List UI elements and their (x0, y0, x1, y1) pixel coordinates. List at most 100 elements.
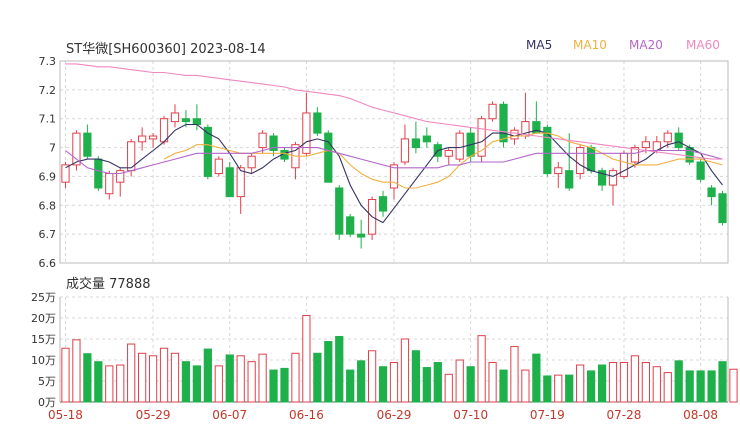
candle-body (707, 187, 716, 198)
candle-body (247, 155, 256, 169)
candle-body (258, 132, 267, 149)
candle-body (641, 141, 650, 149)
price-y-tick: 6.9 (39, 170, 57, 183)
volume-bar (499, 369, 508, 403)
volume-bar (83, 353, 92, 403)
volume-y-tick: 25万 (31, 291, 56, 304)
volume-bar (674, 360, 683, 403)
volume-bar (203, 348, 212, 403)
x-tick-label: 06-29 (377, 408, 412, 422)
volume-y-tick: 5万 (38, 375, 56, 388)
volume-bar (608, 362, 618, 403)
volume-bar (543, 375, 552, 403)
stock-chart: 7.37.27.176.96.86.76.625万20万15万10万5万0万05… (31, 55, 738, 422)
volume-bar (280, 367, 289, 403)
volume-bar (597, 364, 607, 403)
volume-bar (159, 347, 169, 403)
volume-bar (181, 361, 191, 403)
candle-body (488, 103, 497, 120)
volume-bar (619, 362, 629, 403)
volume-bar (236, 355, 245, 403)
volume-bar (707, 370, 716, 403)
volume-bar (718, 361, 727, 403)
candle-body (696, 161, 705, 180)
x-tick-label: 07-10 (453, 408, 488, 422)
candle-body (148, 135, 158, 140)
volume-bar (521, 369, 530, 403)
volume-bar (170, 352, 180, 403)
candle-body (455, 132, 464, 160)
volume-bar (192, 365, 201, 403)
x-tick-label: 07-28 (607, 408, 642, 422)
candle-body (357, 233, 366, 238)
volume-bar (422, 367, 431, 403)
volume-bar (269, 369, 278, 403)
volume-bar (663, 372, 672, 403)
volume-bar (367, 350, 377, 403)
candle-body (718, 193, 727, 224)
candle-body (72, 132, 81, 166)
volume-bar (532, 353, 541, 403)
candle-body (324, 132, 333, 183)
candle-body (576, 147, 585, 175)
candle-body (94, 158, 103, 189)
price-y-tick: 6.7 (39, 228, 57, 241)
price-y-tick: 7.3 (39, 55, 57, 68)
candle-body (444, 149, 453, 157)
volume-bar (313, 352, 322, 403)
candle-body (565, 170, 574, 189)
volume-bar (302, 314, 311, 403)
volume-bar (225, 354, 234, 403)
x-tick-label: 06-07 (212, 408, 247, 422)
volume-y-tick: 15万 (31, 333, 56, 346)
price-y-tick: 6.8 (39, 199, 57, 212)
x-tick-label: 05-18 (48, 408, 83, 422)
candle-body (192, 118, 201, 125)
volume-bar (247, 361, 256, 403)
volume-bar (291, 352, 300, 403)
x-tick-label: 08-08 (683, 408, 718, 422)
volume-bar (685, 370, 694, 403)
candle-body (313, 112, 322, 134)
candle-body (411, 138, 421, 149)
candle-body (422, 135, 431, 143)
candle-body (346, 216, 355, 235)
price-y-tick: 7 (49, 142, 56, 155)
price-y-tick: 6.6 (39, 257, 57, 270)
candle-body (685, 147, 694, 163)
volume-bar (433, 362, 442, 403)
candle-body (663, 132, 672, 143)
candle-body (510, 129, 519, 140)
candle-body (674, 132, 683, 149)
volume-y-tick: 20万 (31, 312, 56, 325)
volume-bar (411, 350, 421, 403)
volume-y-tick: 10万 (31, 354, 56, 367)
volume-bar (576, 364, 585, 403)
candle-body (138, 135, 147, 143)
volume-bar (466, 366, 475, 403)
volume-bar (652, 366, 661, 403)
volume-bar (477, 335, 486, 403)
volume-bar (105, 365, 114, 403)
x-tick-label: 06-16 (289, 408, 324, 422)
volume-bar (61, 347, 70, 403)
volume-bar (389, 362, 399, 403)
volume-bar (729, 368, 738, 403)
volume-bar (630, 355, 640, 403)
candle-body (170, 112, 180, 123)
candle-body (619, 152, 629, 177)
volume-bar (455, 359, 464, 403)
x-tick-label: 07-19 (530, 408, 565, 422)
candle-body (105, 173, 114, 195)
volume-bar (127, 343, 136, 403)
volume-bar (378, 366, 388, 403)
volume-bar (116, 364, 125, 403)
volume-bar (214, 365, 223, 403)
volume-bar (565, 374, 574, 403)
volume-bar (357, 360, 366, 403)
candle-body (608, 170, 618, 186)
candle-body (236, 167, 245, 198)
volume-bar (148, 355, 158, 403)
volume-bar (324, 341, 333, 403)
volume-bar (400, 338, 410, 403)
